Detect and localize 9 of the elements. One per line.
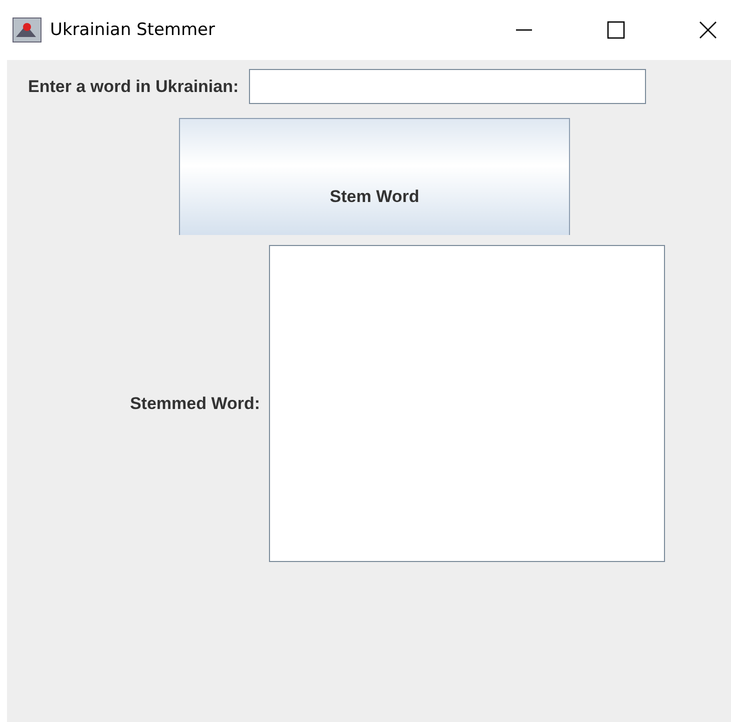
word-input-field[interactable] [248, 69, 646, 104]
app-icon [12, 17, 42, 43]
window-title: Ukrainian Stemmer [50, 20, 216, 40]
maximize-icon [606, 20, 626, 40]
close-icon [698, 20, 718, 40]
stem-word-button[interactable]: Stem Word [179, 118, 570, 235]
minimize-icon [516, 29, 532, 31]
stemmed-word-label: Stemmed Word: [130, 394, 260, 414]
word-label: Enter a word in Ukrainian: [28, 76, 239, 96]
